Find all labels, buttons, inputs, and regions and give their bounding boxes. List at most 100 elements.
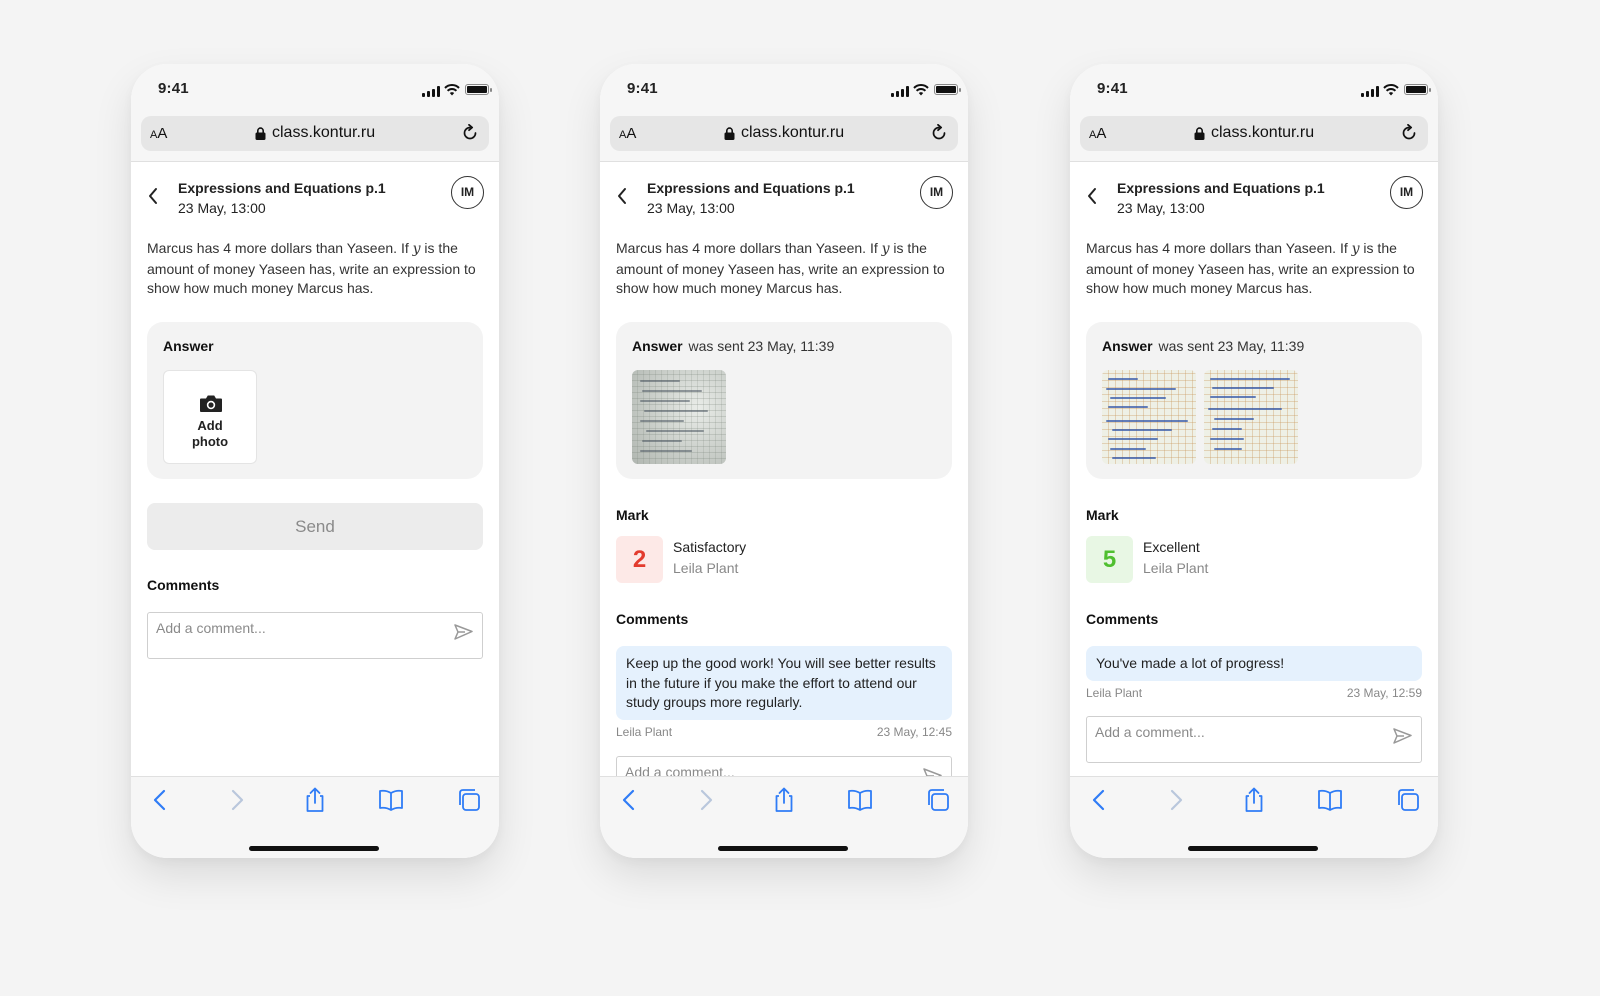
share-icon[interactable] bbox=[1241, 787, 1267, 813]
canvas: 9:41 AA class.kontur.ru Expressions and … bbox=[0, 0, 1600, 996]
answer-sent-time: was sent 23 May, 11:39 bbox=[688, 338, 835, 354]
mark-text: Satisfactory bbox=[673, 539, 747, 555]
mark-teacher: Leila Plant bbox=[673, 560, 739, 576]
address-bar[interactable]: AA class.kontur.ru bbox=[141, 116, 489, 151]
bookmarks-icon[interactable] bbox=[378, 787, 404, 813]
lesson-date: 23 May, 13:00 bbox=[178, 200, 266, 216]
browser-forward-icon[interactable] bbox=[1163, 787, 1189, 813]
home-indicator[interactable] bbox=[1188, 846, 1318, 851]
browser-forward-icon[interactable] bbox=[693, 787, 719, 813]
browser-back-icon[interactable] bbox=[147, 787, 173, 813]
comments-heading: Comments bbox=[1086, 611, 1159, 627]
back-chevron-icon[interactable] bbox=[147, 187, 159, 205]
mark-badge: 2 bbox=[616, 536, 663, 583]
text-size-button[interactable]: AA bbox=[150, 125, 167, 142]
comment-placeholder: Add a comment... bbox=[1095, 724, 1205, 740]
share-icon[interactable] bbox=[302, 787, 328, 813]
answer-photo-thumbnail[interactable] bbox=[1204, 370, 1298, 464]
battery-icon bbox=[1404, 84, 1431, 95]
question-text: Marcus has 4 more dollars than Yaseen. I… bbox=[1086, 240, 1415, 296]
comment-time: 23 May, 12:45 bbox=[876, 725, 952, 739]
address-bar[interactable]: AA class.kontur.ru bbox=[1080, 116, 1428, 151]
battery-icon bbox=[934, 84, 961, 95]
reload-icon[interactable] bbox=[461, 124, 479, 142]
signal-icon bbox=[891, 86, 909, 97]
camera-icon bbox=[200, 395, 222, 412]
url-text[interactable]: class.kontur.ru bbox=[272, 124, 375, 142]
status-time: 9:41 bbox=[627, 80, 658, 97]
status-time: 9:41 bbox=[1097, 80, 1128, 97]
signal-icon bbox=[422, 86, 440, 97]
lock-icon bbox=[724, 127, 735, 140]
answer-photo-thumbnail[interactable] bbox=[1102, 370, 1196, 464]
phone-graded-satisfactory-screen: 9:41 AA class.kontur.ru Expressions and … bbox=[600, 64, 968, 858]
answer-card: Answer was sent 23 May, 11:39 bbox=[1086, 322, 1422, 479]
tabs-icon[interactable] bbox=[456, 787, 482, 813]
share-icon[interactable] bbox=[771, 787, 797, 813]
phone-graded-excellent-screen: 9:41 AA class.kontur.ru Expressions and … bbox=[1070, 64, 1438, 858]
browser-toolbar bbox=[1070, 776, 1438, 858]
question-text: Marcus has 4 more dollars than Yaseen. I… bbox=[616, 240, 945, 296]
comment-author: Leila Plant bbox=[616, 725, 673, 739]
question-text: Marcus has 4 more dollars than Yaseen. I… bbox=[147, 240, 476, 296]
aa-big: A bbox=[1096, 125, 1107, 142]
comment-bubble: Keep up the good work! You will see bett… bbox=[616, 646, 952, 720]
wifi-icon bbox=[1383, 84, 1399, 96]
mark-teacher: Leila Plant bbox=[1143, 560, 1209, 576]
send-icon[interactable] bbox=[454, 624, 473, 640]
reload-icon[interactable] bbox=[930, 124, 948, 142]
back-chevron-icon[interactable] bbox=[616, 187, 628, 205]
text-size-button[interactable]: AA bbox=[619, 125, 636, 142]
tabs-icon[interactable] bbox=[1395, 787, 1421, 813]
answer-sent-time: was sent 23 May, 11:39 bbox=[1158, 338, 1305, 354]
battery-icon bbox=[465, 84, 492, 95]
bookmarks-icon[interactable] bbox=[1317, 787, 1343, 813]
comment-bubble: You've made a lot of progress! bbox=[1086, 646, 1422, 681]
signal-icon bbox=[1361, 86, 1379, 97]
mark-heading: Mark bbox=[616, 507, 649, 523]
send-icon[interactable] bbox=[1393, 728, 1412, 744]
send-button[interactable]: Send bbox=[147, 503, 483, 550]
answer-label: Answer bbox=[163, 338, 214, 354]
wifi-icon bbox=[913, 84, 929, 96]
comment-input[interactable]: Add a comment... bbox=[147, 612, 483, 659]
text-size-button[interactable]: AA bbox=[1089, 125, 1106, 142]
reload-icon[interactable] bbox=[1400, 124, 1418, 142]
tabs-icon[interactable] bbox=[925, 787, 951, 813]
answer-photo-thumbnail[interactable] bbox=[632, 370, 726, 464]
answer-card: Answer Add photo bbox=[147, 322, 483, 479]
browser-back-icon[interactable] bbox=[616, 787, 642, 813]
mark-badge: 5 bbox=[1086, 536, 1133, 583]
address-bar[interactable]: AA class.kontur.ru bbox=[610, 116, 958, 151]
lock-icon bbox=[255, 127, 266, 140]
add-photo-label: Add photo bbox=[191, 418, 229, 449]
aa-big: A bbox=[626, 125, 637, 142]
avatar[interactable]: IM bbox=[1390, 176, 1423, 209]
answer-label: Answer was sent 23 May, 11:39 bbox=[632, 338, 835, 354]
comment-author: Leila Plant bbox=[1086, 686, 1143, 700]
answer-card: Answer was sent 23 May, 11:39 bbox=[616, 322, 952, 479]
browser-forward-icon[interactable] bbox=[224, 787, 250, 813]
answer-label: Answer was sent 23 May, 11:39 bbox=[1102, 338, 1305, 354]
url-text[interactable]: class.kontur.ru bbox=[741, 124, 844, 142]
home-indicator[interactable] bbox=[718, 846, 848, 851]
avatar[interactable]: IM bbox=[451, 176, 484, 209]
lesson-title: Expressions and Equations p.1 bbox=[647, 180, 855, 196]
home-indicator[interactable] bbox=[249, 846, 379, 851]
wifi-icon bbox=[444, 84, 460, 96]
comments-heading: Comments bbox=[616, 611, 689, 627]
comment-input[interactable]: Add a comment... bbox=[1086, 716, 1422, 763]
add-photo-button[interactable]: Add photo bbox=[163, 370, 257, 464]
status-time: 9:41 bbox=[158, 80, 189, 97]
aa-big: A bbox=[157, 125, 168, 142]
lesson-title: Expressions and Equations p.1 bbox=[1117, 180, 1325, 196]
browser-toolbar bbox=[600, 776, 968, 858]
browser-back-icon[interactable] bbox=[1086, 787, 1112, 813]
url-text[interactable]: class.kontur.ru bbox=[1211, 124, 1314, 142]
mark-heading: Mark bbox=[1086, 507, 1119, 523]
lock-icon bbox=[1194, 127, 1205, 140]
back-chevron-icon[interactable] bbox=[1086, 187, 1098, 205]
browser-top-bar: 9:41 AA class.kontur.ru bbox=[600, 64, 968, 162]
bookmarks-icon[interactable] bbox=[847, 787, 873, 813]
avatar[interactable]: IM bbox=[920, 176, 953, 209]
